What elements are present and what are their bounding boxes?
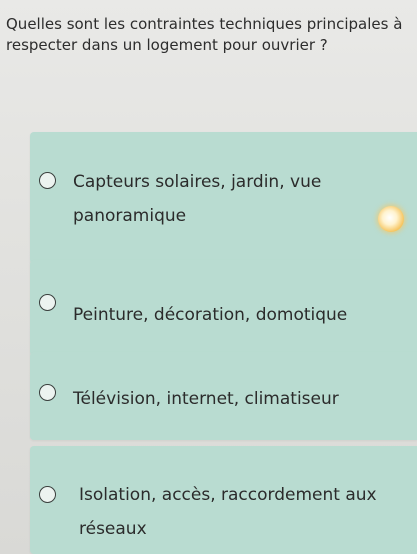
radio-button[interactable] [39,294,56,311]
answer-option-label: Isolation, accès, raccordement aux résea… [79,485,377,539]
answer-option-4[interactable]: Isolation, accès, raccordement aux résea… [30,446,417,554]
answer-option-3[interactable]: Télévision, internet, climatiseur [30,352,417,440]
answer-option-label: Peinture, décoration, domotique [73,305,348,325]
radio-button[interactable] [39,172,56,189]
radio-button[interactable] [39,486,56,503]
answer-option-label: Capteurs solaires, jardin, vue panoramiq… [73,172,322,226]
answer-option-1[interactable]: Capteurs solaires, jardin, vue panoramiq… [30,132,417,264]
glow-bubble-icon [378,206,404,232]
answer-option-2[interactable]: Peinture, décoration, domotique [30,260,417,356]
radio-button[interactable] [39,384,56,401]
answer-options: Capteurs solaires, jardin, vue panoramiq… [0,0,417,554]
answer-option-label: Télévision, internet, climatiseur [73,389,339,409]
